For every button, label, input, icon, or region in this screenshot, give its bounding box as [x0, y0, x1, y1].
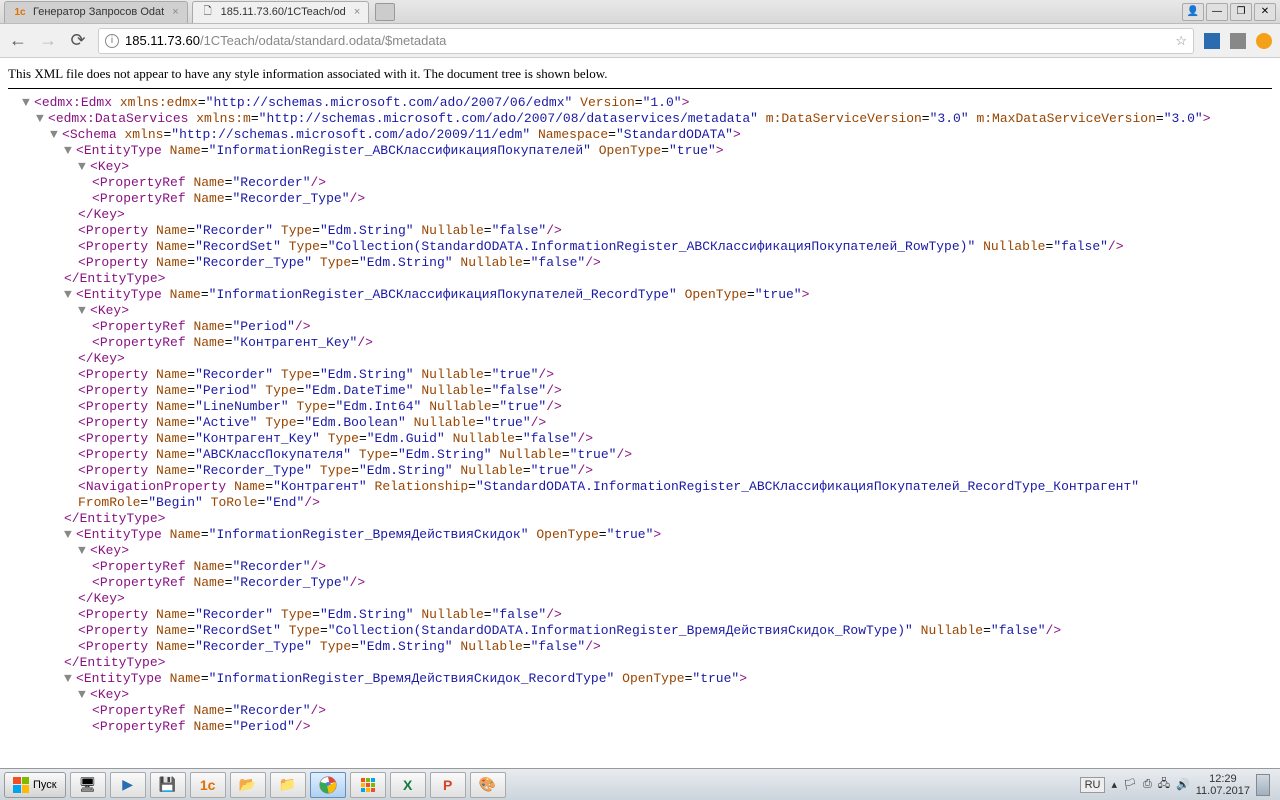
browser-tab-1[interactable]: 🗋 185.11.73.60/1CTeach/od ×	[192, 1, 370, 23]
tray-icon[interactable]: ⎙	[1143, 778, 1152, 791]
taskbar-app-icon[interactable]: 💾	[150, 772, 186, 798]
reload-button[interactable]: ⟳	[68, 30, 88, 51]
chrome-icon	[319, 776, 337, 794]
browser-title-bar: 1c Генератор Запросов Odat × 🗋 185.11.73…	[0, 0, 1280, 24]
tab-title: Генератор Запросов Odat	[33, 6, 164, 18]
taskbar-powerpoint-icon[interactable]: P	[430, 772, 466, 798]
taskbar-app-icon[interactable]: 🖥	[70, 772, 106, 798]
taskbar-app-icon[interactable]	[350, 772, 386, 798]
tray-volume-icon[interactable]: 🔊	[1176, 778, 1190, 791]
system-tray: RU ▴ 🏳 ⎙ 🖧 🔊 12:29 11.07.2017	[1080, 773, 1276, 797]
favicon-icon: 1c	[13, 5, 27, 19]
close-icon[interactable]: ×	[354, 6, 360, 18]
user-icon[interactable]: 👤	[1182, 3, 1204, 21]
back-button[interactable]: ←	[8, 30, 28, 51]
url-input[interactable]: i 185.11.73.60/1CTeach/odata/standard.od…	[98, 28, 1194, 54]
taskbar-chrome-icon[interactable]	[310, 772, 346, 798]
maximize-icon[interactable]: ❐	[1230, 3, 1252, 21]
taskbar-excel-icon[interactable]: X	[390, 772, 426, 798]
extension-icon[interactable]	[1230, 33, 1246, 49]
xml-notice: This XML file does not appear to have an…	[8, 66, 1272, 89]
taskbar: Пуск 🖥 ▶ 💾 1c 📂 📁 X P 🎨 RU ▴ 🏳 ⎙ 🖧 🔊 12:…	[0, 768, 1280, 800]
tab-title: 185.11.73.60/1CTeach/od	[221, 6, 346, 18]
favicon-icon: 🗋	[201, 5, 215, 19]
url-path: /1CTeach/odata/standard.odata/$metadata	[200, 33, 446, 48]
info-icon[interactable]: i	[105, 34, 119, 48]
extension-icon[interactable]	[1204, 33, 1220, 49]
browser-tab-0[interactable]: 1c Генератор Запросов Odat ×	[4, 1, 188, 23]
tray-network-icon[interactable]: 🖧	[1158, 775, 1170, 794]
page-content: This XML file does not appear to have an…	[0, 58, 1280, 800]
show-desktop-button[interactable]	[1256, 774, 1270, 796]
date: 11.07.2017	[1196, 785, 1250, 797]
close-window-icon[interactable]: ✕	[1254, 3, 1276, 21]
time: 12:29	[1196, 773, 1250, 785]
url-host: 185.11.73.60	[125, 33, 200, 48]
new-tab-button[interactable]	[375, 3, 395, 21]
tray-icon[interactable]: ▴	[1111, 778, 1117, 791]
bookmark-icon[interactable]: ☆	[1175, 33, 1187, 49]
close-icon[interactable]: ×	[172, 6, 178, 18]
language-indicator[interactable]: RU	[1080, 777, 1106, 793]
forward-button[interactable]: →	[38, 30, 58, 51]
taskbar-app-icon[interactable]: 📁	[270, 772, 306, 798]
tray-flag-icon[interactable]: 🏳	[1123, 778, 1137, 791]
clock[interactable]: 12:29 11.07.2017	[1196, 773, 1250, 797]
taskbar-app-icon[interactable]: 📂	[230, 772, 266, 798]
taskbar-app-icon[interactable]: ▶	[110, 772, 146, 798]
address-bar: ← → ⟳ i 185.11.73.60/1CTeach/odata/stand…	[0, 24, 1280, 58]
minimize-icon[interactable]: —	[1206, 3, 1228, 21]
taskbar-paint-icon[interactable]: 🎨	[470, 772, 506, 798]
windows-logo-icon	[13, 777, 29, 793]
profile-icon[interactable]	[1256, 33, 1272, 49]
xml-tree: ▼<edmx:Edmx xmlns:edmx="http://schemas.m…	[8, 95, 1272, 735]
taskbar-app-icon[interactable]: 1c	[190, 772, 226, 798]
start-button[interactable]: Пуск	[4, 772, 66, 798]
start-label: Пуск	[33, 779, 57, 791]
